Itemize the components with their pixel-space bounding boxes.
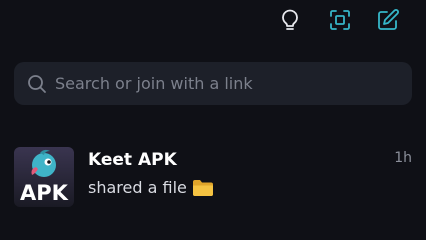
lightbulb-icon[interactable] <box>276 6 304 34</box>
avatar: APK <box>14 147 74 207</box>
chat-list-item[interactable]: APK Keet APK shared a file 1h <box>0 140 426 210</box>
chat-timestamp: 1h <box>394 150 412 166</box>
chat-preview-text: shared a file <box>88 178 187 197</box>
top-toolbar <box>0 0 426 44</box>
chat-preview: shared a file <box>88 178 214 197</box>
scan-qr-icon[interactable] <box>326 6 354 34</box>
compose-icon[interactable] <box>374 6 402 34</box>
avatar-text: APK <box>20 181 68 205</box>
search-icon <box>28 74 46 93</box>
search-bar[interactable] <box>14 62 412 105</box>
chat-name: Keet APK <box>88 150 177 170</box>
folder-icon <box>192 179 213 196</box>
search-input[interactable] <box>55 63 412 104</box>
